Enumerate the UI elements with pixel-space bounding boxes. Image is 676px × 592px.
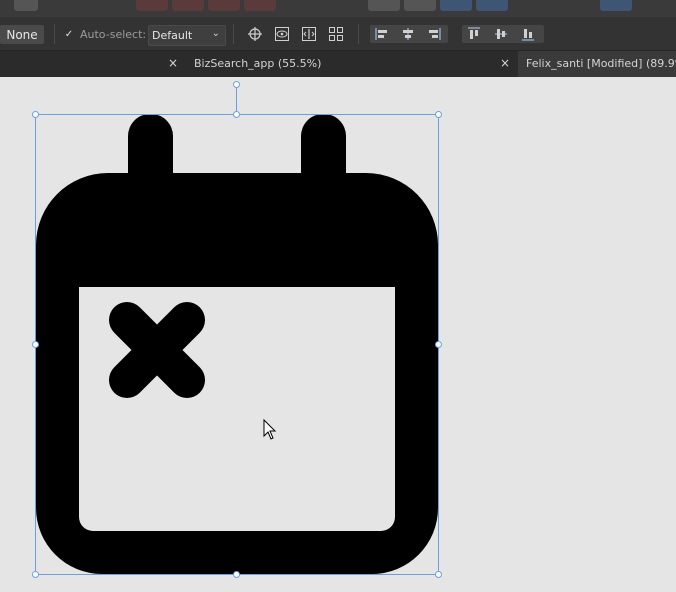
- resize-handle-right[interactable]: [435, 341, 442, 348]
- rotation-handle[interactable]: [233, 81, 240, 88]
- resize-handle-top[interactable]: [233, 111, 240, 118]
- resize-handle-bottom-right[interactable]: [435, 571, 442, 578]
- resize-handle-left[interactable]: [32, 341, 39, 348]
- resize-handle-bottom-left[interactable]: [32, 571, 39, 578]
- resize-handle-top-right[interactable]: [435, 111, 442, 118]
- resize-handle-bottom[interactable]: [233, 571, 240, 578]
- rotation-handle-line: [236, 86, 237, 114]
- resize-handle-top-left[interactable]: [32, 111, 39, 118]
- mouse-cursor-icon: [263, 419, 277, 440]
- selection-bounding-box: [35, 114, 439, 575]
